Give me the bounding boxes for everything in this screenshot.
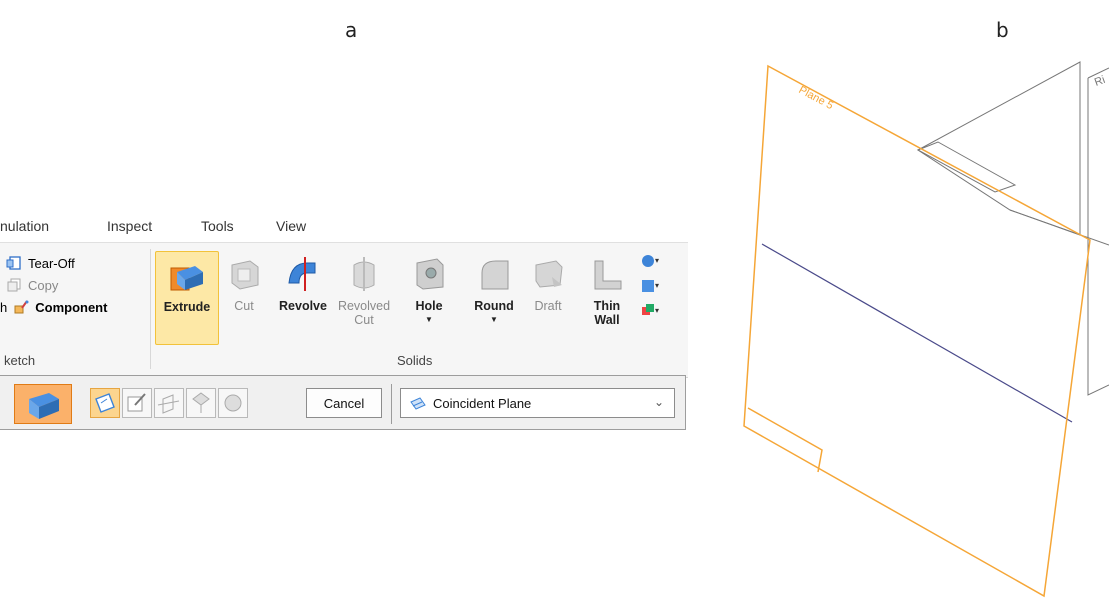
component-label: Component (35, 299, 108, 315)
top-plane-handle (916, 141, 1017, 193)
plane-5[interactable] (743, 64, 1091, 598)
ribbon-tabs: nulation Inspect Tools View (0, 210, 688, 240)
extrude-icon (170, 266, 203, 291)
round-label: Round (474, 299, 514, 313)
treatment-step-icon (224, 394, 242, 412)
cut-button[interactable]: Cut (224, 251, 264, 313)
3d-viewport[interactable]: Ri Plane 5 (700, 50, 1109, 598)
top-plane-edge (917, 61, 1081, 236)
sketch-step-button[interactable] (122, 388, 152, 418)
axis-line (761, 243, 1073, 423)
plane-method-dropdown[interactable]: Coincident Plane ⌄ (400, 388, 675, 418)
hole-button[interactable]: Hole ▼ (408, 251, 450, 327)
cancel-button[interactable]: Cancel (306, 388, 382, 418)
panel-label-b: b (996, 18, 1009, 42)
extrude-button[interactable]: Extrude (155, 251, 219, 345)
solids-group-label: Solids (397, 353, 433, 368)
coincident-plane-icon (410, 397, 426, 410)
svg-text:▾: ▾ (655, 256, 659, 265)
extent-step-icon (192, 392, 210, 413)
plane-step-icon (95, 393, 115, 413)
hole-icon (416, 258, 444, 290)
thin-wall-icon (594, 260, 622, 290)
cut-icon (231, 260, 259, 290)
tab-simulation[interactable]: nulation (0, 218, 49, 234)
group-separator (150, 249, 151, 369)
tear-off-label: Tear-Off (28, 255, 75, 271)
right-plane-edge (1087, 67, 1109, 396)
sketch-group-label: ketch (4, 353, 36, 368)
chevron-down-icon: ⌄ (653, 395, 664, 409)
extrude-command-bar: Cancel Coincident Plane ⌄ (0, 375, 686, 430)
extrude-command-icon (29, 393, 59, 419)
plane-method-value: Coincident Plane (433, 396, 532, 411)
revolve-icon (288, 257, 316, 291)
revolved-cut-label: Revolved Cut (337, 299, 391, 327)
hole-dropdown-arrow[interactable]: ▼ (408, 313, 450, 327)
draft-label: Draft (534, 299, 562, 313)
tear-off-button[interactable]: Tear-Off (6, 253, 75, 273)
extrude-label: Extrude (163, 300, 211, 314)
component-button[interactable]: h Component (0, 297, 107, 317)
round-dropdown-arrow[interactable]: ▼ (466, 313, 522, 327)
tab-view[interactable]: View (276, 218, 306, 234)
tab-tools[interactable]: Tools (201, 218, 234, 234)
plane-5-handle[interactable] (747, 407, 823, 473)
revolved-cut-button[interactable]: Revolved Cut (334, 251, 394, 327)
sketch-step-icon (127, 393, 146, 412)
round-button[interactable]: Round ▼ (466, 251, 522, 327)
draft-icon (535, 260, 563, 288)
svg-text:▾: ▾ (655, 281, 659, 290)
pattern-icon[interactable]: ▾ (640, 251, 662, 271)
hole-label: Hole (415, 299, 443, 313)
svg-text:▾: ▾ (655, 306, 659, 315)
component-icon (14, 300, 29, 314)
command-main-button[interactable] (14, 384, 72, 424)
draft-button[interactable]: Draft (528, 251, 568, 313)
boolean-icon[interactable]: ▾ (640, 301, 662, 321)
tab-inspect[interactable]: Inspect (107, 218, 152, 234)
side-step-icon (157, 394, 180, 414)
clipped-glyph: h (0, 299, 8, 315)
copy-icon (7, 278, 21, 292)
extent-step-button[interactable] (186, 388, 216, 418)
revolve-button[interactable]: Revolve (274, 251, 332, 313)
panel-label-a: a (345, 18, 358, 42)
command-separator (391, 384, 392, 424)
plane-5-label: Plane 5 (797, 84, 836, 112)
thin-wall-button[interactable]: Thin Wall (584, 251, 630, 327)
treatment-step-button[interactable] (218, 388, 248, 418)
side-step-button[interactable] (154, 388, 184, 418)
tear-off-icon (6, 256, 21, 270)
right-plane-lower-edge (1009, 209, 1109, 246)
copy-label: Copy (28, 277, 59, 293)
copy-button[interactable]: Copy (6, 275, 58, 295)
extra-tools: ▾ ▾ ▾ (640, 251, 680, 326)
mirror-icon[interactable]: ▾ (640, 276, 662, 296)
thin-wall-label: Thin Wall (593, 299, 621, 327)
revolved-cut-icon (353, 257, 375, 291)
revolve-label: Revolve (279, 299, 327, 313)
right-plane-label: Ri (1093, 74, 1107, 89)
ribbon-body: Tear-Off Copy h Component ketch Extrude … (0, 242, 688, 378)
cut-label: Cut (234, 299, 254, 313)
plane-step-button[interactable] (90, 388, 120, 418)
round-icon (481, 260, 509, 290)
